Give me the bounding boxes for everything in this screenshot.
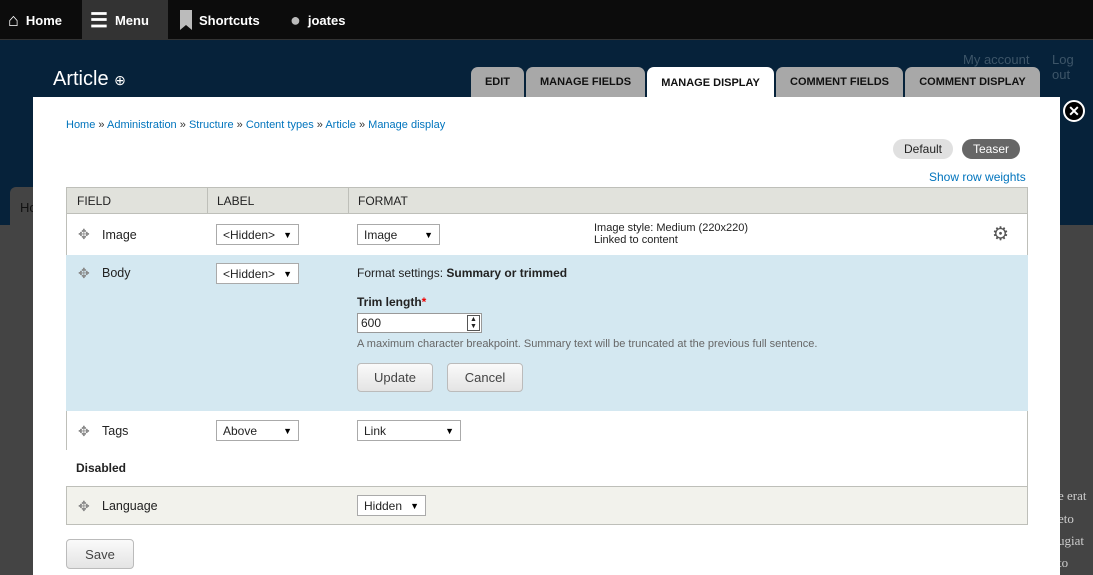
settings-prefix: Format settings: [357,266,447,280]
summary-line: Linked to content [594,234,678,246]
format-settings-title: Format settings: Summary or trimmed [357,266,567,280]
toolbar-shortcuts[interactable]: Shortcuts [172,0,268,40]
hamburger-icon: ☰ [90,9,108,32]
tab-edit[interactable]: EDIT [471,67,524,97]
required-marker: * [421,295,427,309]
field-name: Body [102,266,131,280]
add-shortcut-icon[interactable]: ⊕ [114,72,126,88]
select-value: <Hidden> [223,266,276,281]
breadcrumb-separator: » [179,119,186,131]
label-text: Trim length [357,295,422,309]
cancel-button[interactable]: Cancel [447,363,523,392]
log-out-link[interactable]: Log out [1052,52,1093,82]
breadcrumb-link[interactable]: Administration [107,119,177,131]
show-row-weights-link[interactable]: Show row weights [929,170,1026,184]
select-value: Hidden [364,498,403,513]
drag-handle-icon[interactable]: ✥ [78,423,90,440]
summary-line: Image style: Medium (220x220) [594,222,749,234]
update-button[interactable]: Update [357,363,433,392]
table-row: ✥ Tags Above Link [66,411,1028,450]
label-select[interactable]: <Hidden> [216,263,299,284]
label-select[interactable]: <Hidden> [216,224,299,245]
breadcrumb-link[interactable]: Content types [246,119,314,131]
select-value: Link [364,423,387,438]
user-icon: ● [290,9,301,30]
drag-handle-icon[interactable]: ✥ [78,226,90,243]
table-header: FIELD LABEL FORMAT [66,187,1028,214]
background-text: ugiat [1058,533,1084,548]
bookmark-icon [180,10,192,30]
select-value: Above [223,423,258,438]
drag-handle-icon[interactable]: ✥ [78,498,90,515]
tab-manage-display[interactable]: MANAGE DISPLAY [647,67,774,98]
breadcrumb-link[interactable]: Structure [189,119,234,131]
label-select[interactable]: Above [216,420,299,441]
field-name: Tags [102,424,129,438]
toolbar-home[interactable]: ⌂ Home [0,0,70,40]
view-mode-default[interactable]: Default [893,139,953,159]
breadcrumb-link[interactable]: Home [66,119,95,131]
field-description: A maximum character breakpoint. Summary … [357,338,818,350]
admin-toolbar: ⌂ Home ☰ Menu Shortcuts ● joates [0,0,1093,40]
field-name: Image [102,228,137,242]
select-value: Image [364,227,398,242]
breadcrumb: Home » Administration » Structure » Cont… [66,119,445,131]
breadcrumb-separator: » [358,119,366,131]
breadcrumb-link[interactable]: Article [325,119,356,131]
background-text: e erat [1058,488,1087,503]
tab-manage-fields[interactable]: MANAGE FIELDS [526,67,645,97]
close-icon[interactable]: ✕ [1063,100,1085,122]
disabled-heading: Disabled [76,461,127,475]
breadcrumb-separator: » [98,119,105,131]
my-account-link[interactable]: My account [963,52,1029,67]
table-row: ✥ Image <Hidden> Image Image style: Medi… [66,214,1028,255]
gear-icon[interactable]: ⚙ [992,223,1009,246]
select-value: <Hidden> [223,227,276,242]
tab-comment-display[interactable]: COMMENT DISPLAY [905,67,1040,97]
breadcrumb-separator: » [236,119,243,131]
column-header-format: FORMAT [358,194,408,208]
toolbar-user[interactable]: ● joates [282,0,353,40]
format-summary: Image style: Medium (220x220) Linked to c… [594,222,748,246]
column-header-label: LABEL [217,194,255,208]
format-select[interactable]: Hidden [357,495,426,516]
column-header-field: FIELD [77,194,112,208]
input-value: 600 [361,316,382,330]
spinner-icon[interactable]: ▲ ▼ [467,315,480,331]
breadcrumb-link[interactable]: Manage display [368,119,445,131]
tab-comment-fields[interactable]: COMMENT FIELDS [776,67,903,97]
home-icon: ⌂ [8,9,19,30]
field-name: Language [102,499,158,513]
page-title: Article ⊕ [53,68,126,90]
trim-length-input[interactable]: 600 ▲ ▼ [357,313,482,333]
format-select[interactable]: Image [357,224,440,245]
settings-name: Summary or trimmed [446,266,568,280]
table-row: ✥ Body <Hidden> Format settings: Summary… [66,255,1028,411]
trim-length-label: Trim length* [357,295,426,309]
view-mode-teaser[interactable]: Teaser [962,139,1020,159]
save-button[interactable]: Save [66,539,134,569]
drag-handle-icon[interactable]: ✥ [78,265,90,282]
breadcrumb-separator: » [316,119,323,131]
format-select[interactable]: Link [357,420,461,441]
background-text: eto [1058,511,1074,526]
toolbar-menu[interactable]: ☰ Menu [82,0,168,40]
disabled-region: Disabled [66,450,1028,487]
table-row: ✥ Language Hidden [66,487,1028,525]
